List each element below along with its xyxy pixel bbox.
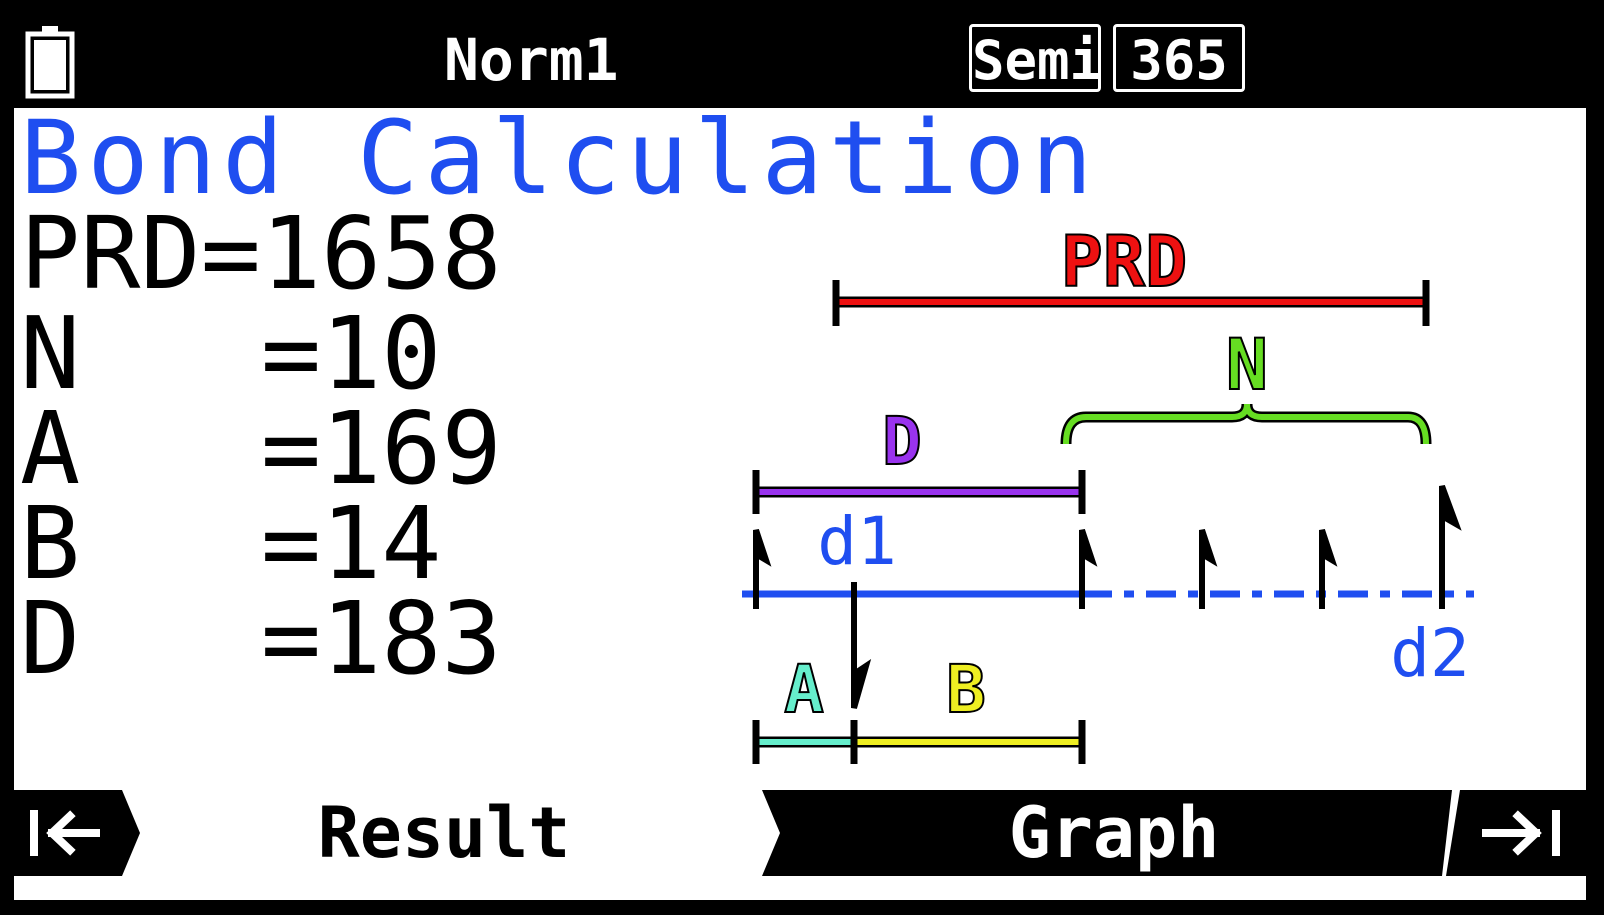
d-label: D — [882, 403, 922, 480]
prd-label: PRD — [1061, 221, 1187, 303]
result-prd: PRD=1658 — [20, 195, 502, 312]
n-brace — [1060, 403, 1432, 445]
b-label: B — [946, 651, 986, 728]
result-label: D — [20, 580, 81, 697]
bond-timeline-diagram: PRD N D d1 d2 A B — [742, 220, 1474, 764]
function-key-bar: Result Graph — [14, 784, 1586, 880]
a-label: A — [784, 651, 824, 728]
result-value: 183 — [321, 580, 502, 697]
go-to-start-button[interactable] — [14, 790, 144, 876]
year-days-indicator: 365 — [1113, 24, 1245, 92]
day-count-basis-indicator: Semi — [969, 24, 1102, 92]
go-to-end-button[interactable] — [1446, 790, 1586, 876]
result-a: A =169 — [20, 390, 502, 507]
result-b: B =14 — [20, 485, 442, 602]
settlement-arrow — [851, 582, 872, 709]
angle-mode-indicator: Norm1 — [444, 26, 619, 94]
status-bar: Norm1 Semi 365 — [14, 14, 1586, 108]
calculator-screen: Norm1 Semi 365 Bond Calculation PRD=1658… — [0, 0, 1604, 915]
battery-icon — [25, 26, 75, 99]
tab-result[interactable]: Result — [244, 790, 644, 876]
tab-graph-label[interactable]: Graph — [914, 790, 1314, 876]
d2-label: d2 — [1390, 615, 1469, 692]
result-d: D =183 — [20, 580, 502, 697]
screen-content: Norm1 Semi 365 Bond Calculation PRD=1658… — [14, 14, 1586, 900]
result-n: N =10 — [20, 295, 442, 412]
n-label: N — [1226, 324, 1268, 406]
d1-label: d1 — [817, 503, 896, 580]
